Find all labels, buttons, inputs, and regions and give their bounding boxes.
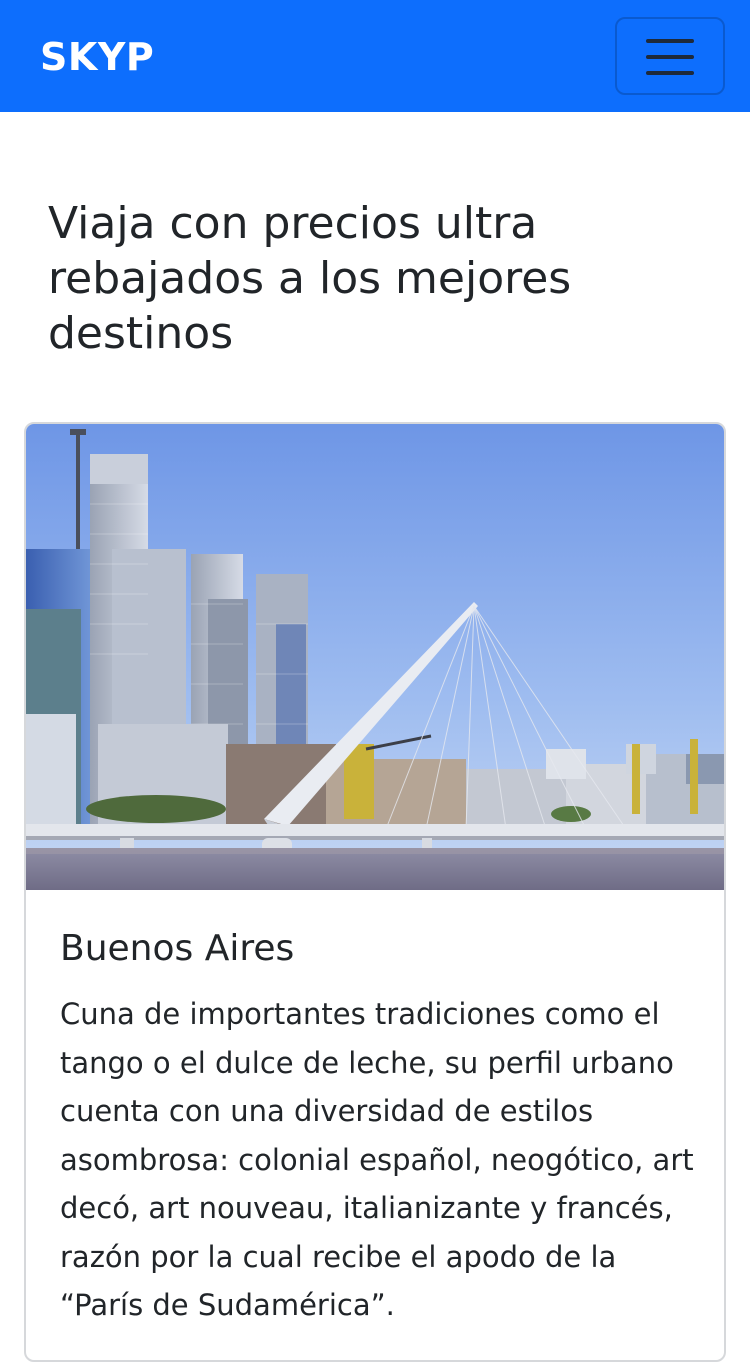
navbar-toggle-button[interactable]	[615, 17, 725, 95]
card-description: Cuna de importantes tradiciones como el …	[60, 997, 694, 1322]
card-title: Buenos Aires	[60, 928, 295, 969]
destination-image	[26, 424, 724, 890]
top-navbar: SKYP	[0, 0, 750, 112]
destination-card: Buenos Aires Cuna de importantes tradici…	[24, 422, 726, 1362]
page-title: Viaja con precios ultra rebajados a los …	[48, 198, 572, 359]
hamburger-menu-icon	[646, 39, 694, 75]
brand-logo[interactable]: SKYP	[40, 34, 154, 80]
